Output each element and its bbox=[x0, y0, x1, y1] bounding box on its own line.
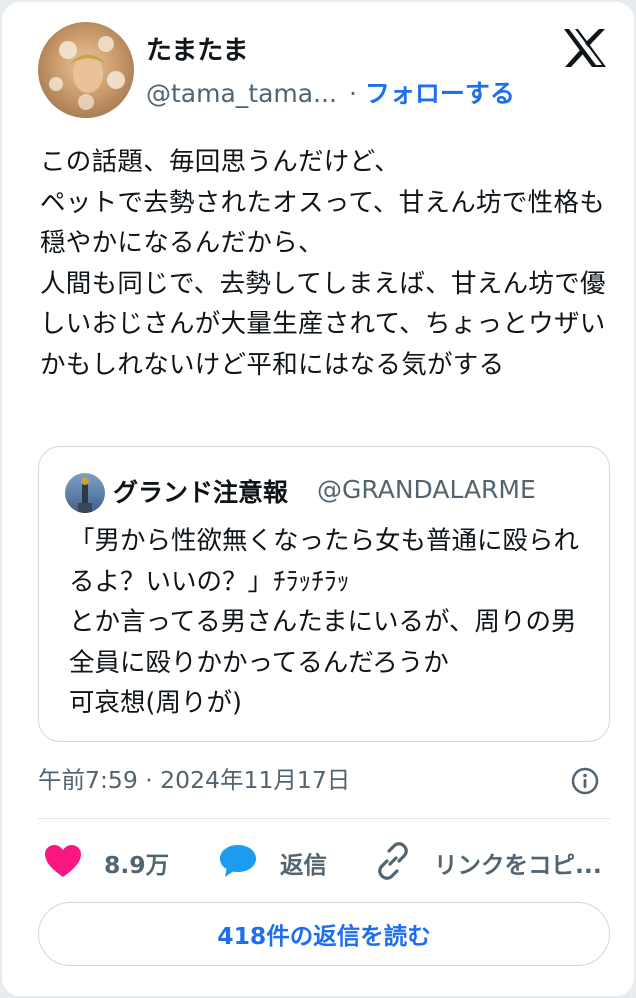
separator-dot: · bbox=[348, 79, 357, 108]
tweet-timestamp[interactable]: 午前7:59 · 2024年11月17日 bbox=[38, 766, 350, 794]
tweet-text: この話題、毎回思うんだけど、 ペットで去勢されたオスって、甘えん坊で性格も穏やか… bbox=[40, 147, 606, 380]
quoted-author-handle: @GRANDALARME bbox=[317, 475, 536, 504]
author-avatar[interactable] bbox=[38, 22, 134, 118]
reply-button[interactable]: 返信 bbox=[218, 838, 327, 888]
reply-label: 返信 bbox=[280, 851, 327, 879]
x-logo-icon[interactable] bbox=[562, 28, 608, 68]
info-icon[interactable] bbox=[570, 766, 600, 796]
author-display-name[interactable]: たまたま bbox=[146, 30, 248, 67]
author-handle-row: @tama_tama... · フォローする bbox=[146, 74, 515, 110]
timestamp-row: 午前7:59 · 2024年11月17日 bbox=[38, 762, 610, 802]
copy-link-label: リンクをコピ... bbox=[434, 851, 602, 879]
author-handle[interactable]: @tama_tama... bbox=[146, 79, 337, 108]
divider bbox=[38, 818, 610, 819]
quoted-tweet-text: 「男から性欲無くなったら女も普通に殴られるよ？いいの？」ﾁﾗｯﾁﾗｯ とか言って… bbox=[69, 526, 580, 719]
follow-button[interactable]: フォローする bbox=[365, 79, 515, 108]
quoted-author-name: グランド注意報 bbox=[113, 478, 289, 507]
link-icon bbox=[374, 842, 412, 884]
action-bar: 8.9万 返信 リンクをコピ... bbox=[38, 838, 618, 888]
like-button[interactable]: 8.9万 bbox=[44, 838, 169, 888]
tweet-embed-card: たまたま @tama_tama... · フォローする この話題、毎回思うんだけど、… bbox=[2, 2, 634, 996]
copy-link-button[interactable]: リンクをコピ... bbox=[374, 838, 602, 888]
quoted-author-avatar bbox=[65, 473, 105, 513]
like-count: 8.9万 bbox=[104, 851, 170, 879]
quoted-tweet[interactable]: グランド注意報 @GRANDALARME 「男から性欲無くなったら女も普通に殴ら… bbox=[38, 446, 610, 742]
tweet-header: たまたま @tama_tama... · フォローする bbox=[2, 2, 634, 122]
speech-bubble-icon bbox=[218, 843, 258, 883]
heart-icon bbox=[44, 844, 82, 882]
read-replies-button[interactable]: 418件の返信を読む bbox=[38, 902, 610, 966]
